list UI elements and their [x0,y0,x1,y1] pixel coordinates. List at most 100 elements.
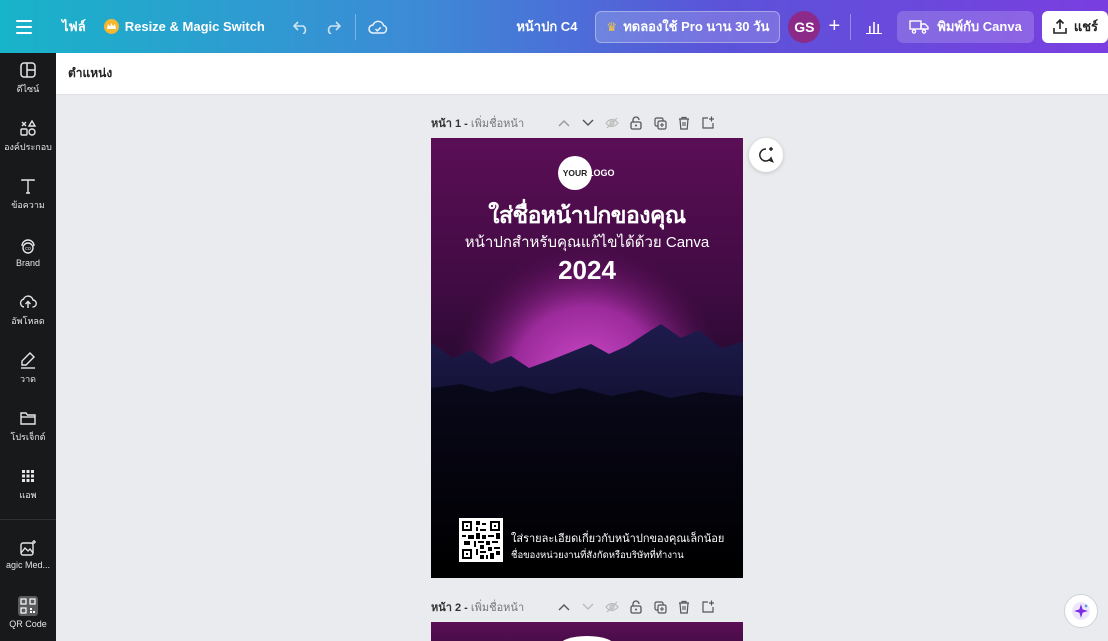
sidebar-item-label: agic Med... [5,559,51,570]
design-page-1[interactable]: YOUR LOGO ใส่ชื่อหน้าปกของคุณ หน้าปกสำหร… [431,138,743,578]
magic-media-icon [20,539,36,556]
add-comment-button[interactable] [749,138,783,172]
context-toolbar: ตำแหน่ง [56,53,1108,95]
add-page-title-input[interactable]: เพิ่มชื่อหน้า [471,114,524,132]
sidebar-item-label: ดีไซน์ [16,83,40,94]
print-label: พิมพ์กับ Canva [937,19,1022,34]
duplicate-page-button[interactable] [648,596,672,618]
logo-text: LOGO [588,168,615,178]
hide-page-button[interactable] [600,112,624,134]
share-label: แชร์ [1073,19,1098,34]
menu-button[interactable] [0,0,48,53]
magic-assistant-button[interactable] [1064,594,1098,628]
shapes-icon [20,119,37,136]
sidebar-item-projects[interactable]: โปรเจ็กต์ [0,401,56,451]
design-page-2[interactable] [431,622,743,641]
comment-add-icon [759,147,774,163]
cloud-check-icon [368,20,388,34]
sidebar-item-label: QR Code [9,618,47,629]
qr-code-icon [18,595,38,616]
trash-icon [679,116,689,130]
logo-circle: YOUR [558,156,592,190]
add-page-icon [702,116,714,129]
sidebar-item-brand[interactable]: co Brand [0,227,56,277]
cover-subtitle-text[interactable]: หน้าปกสำหรับคุณแก้ไขได้ด้วย Canva [431,230,743,254]
delete-page-button[interactable] [672,112,696,134]
sidebar-item-apps[interactable]: แอพ [0,459,56,509]
move-page-down-button[interactable] [576,596,600,618]
move-page-up-button[interactable] [552,112,576,134]
undo-button[interactable] [285,10,317,44]
cover-detail-line-1[interactable]: ใส่รายละเอียดเกี่ยวกับหน้าปกของคุณเล็กน้… [511,529,724,547]
move-page-down-button[interactable] [576,112,600,134]
sidebar-item-qr-code[interactable]: QR Code [0,587,56,637]
sidebar-item-uploads[interactable]: อัพโหลด [0,285,56,335]
print-with-canva-button[interactable]: พิมพ์กับ Canva [897,10,1034,43]
sidebar-item-text[interactable]: ข้อความ [0,169,56,219]
sparkle-icon [1072,602,1090,620]
text-icon [21,178,35,194]
cover-title-text[interactable]: ใส่ชื่อหน้าปกของคุณ [431,198,743,234]
logo-circle [559,636,615,641]
folder-icon [20,411,36,425]
page-2-header: หน้า 2 - เพิ่มชื่อหน้า [431,596,743,618]
add-page-button[interactable] [696,112,720,134]
add-collaborator-button[interactable]: + [820,11,848,43]
delete-page-button[interactable] [672,596,696,618]
hide-page-button[interactable] [600,596,624,618]
apps-icon [22,469,34,482]
sidebar-item-magic-media[interactable]: agic Med... [0,529,56,579]
page-name: หน้า 1 - [431,118,468,130]
bar-chart-icon [866,21,883,34]
sidebar-item-label: แอพ [19,489,37,500]
resize-label: Resize & Magic Switch [124,19,265,34]
cover-year-text[interactable]: 2024 [431,255,743,286]
crown-icon: ♛ [606,19,618,34]
position-button[interactable]: ตำแหน่ง [68,64,112,83]
add-page-button[interactable] [696,596,720,618]
document-title[interactable]: หน้าปก C4 [516,16,577,37]
chevron-down-icon [582,119,594,126]
sidebar-item-design[interactable]: ดีไซน์ [0,53,56,103]
truck-icon [909,19,930,34]
eye-off-icon [605,117,619,129]
logo-placeholder[interactable]: YOUR LOGO [558,156,615,190]
qr-code-image[interactable] [459,518,503,562]
cloud-save-button[interactable] [362,10,394,44]
redo-icon [327,20,341,34]
lock-page-button[interactable] [624,596,648,618]
avatar[interactable]: GS [788,10,821,43]
sidebar-item-label: ข้อความ [11,199,45,210]
page-1-header: หน้า 1 - เพิ่มชื่อหน้า [431,112,743,134]
sidebar-item-label: วาด [20,373,36,384]
page-name: หน้า 2 - [431,602,468,614]
layout-icon [20,61,36,78]
hamburger-icon [16,19,32,34]
insights-button[interactable] [857,11,891,43]
upload-icon [19,294,37,308]
svg-text:co: co [25,246,31,252]
redo-button[interactable] [317,10,349,44]
pro-trial-button[interactable]: ♛ ทดลองใช้ Pro นาน 30 วัน [595,10,781,43]
add-page-title-input[interactable]: เพิ่มชื่อหน้า [471,598,524,616]
cover-detail-line-2[interactable]: ชื่อของหน่วยงานที่สังกัดหรือบริษัทที่ทำง… [511,548,684,563]
sidebar-item-label: องค์ประกอบ [4,141,52,152]
duplicate-page-button[interactable] [648,112,672,134]
move-page-up-button[interactable] [552,596,576,618]
chevron-down-icon [582,603,594,610]
add-page-icon [702,600,714,613]
file-menu-button[interactable]: ไฟล์ [54,10,94,44]
lock-page-button[interactable] [624,112,648,134]
undo-icon [292,20,307,34]
share-upload-icon [1053,18,1067,34]
resize-magic-switch-button[interactable]: Resize & Magic Switch [96,10,273,44]
trash-icon [679,600,689,614]
sidebar-item-draw[interactable]: วาด [0,343,56,393]
sidebar-item-elements[interactable]: องค์ประกอบ [0,111,56,161]
share-button[interactable]: แชร์ [1041,10,1108,43]
sidebar-divider [0,519,56,520]
sidebar-item-label: โปรเจ็กต์ [10,431,46,442]
left-sidebar: ดีไซน์ องค์ประกอบ ข้อความ co Brand อัพโห… [0,53,56,641]
chevron-up-icon [558,604,570,611]
crown-icon [103,19,119,34]
